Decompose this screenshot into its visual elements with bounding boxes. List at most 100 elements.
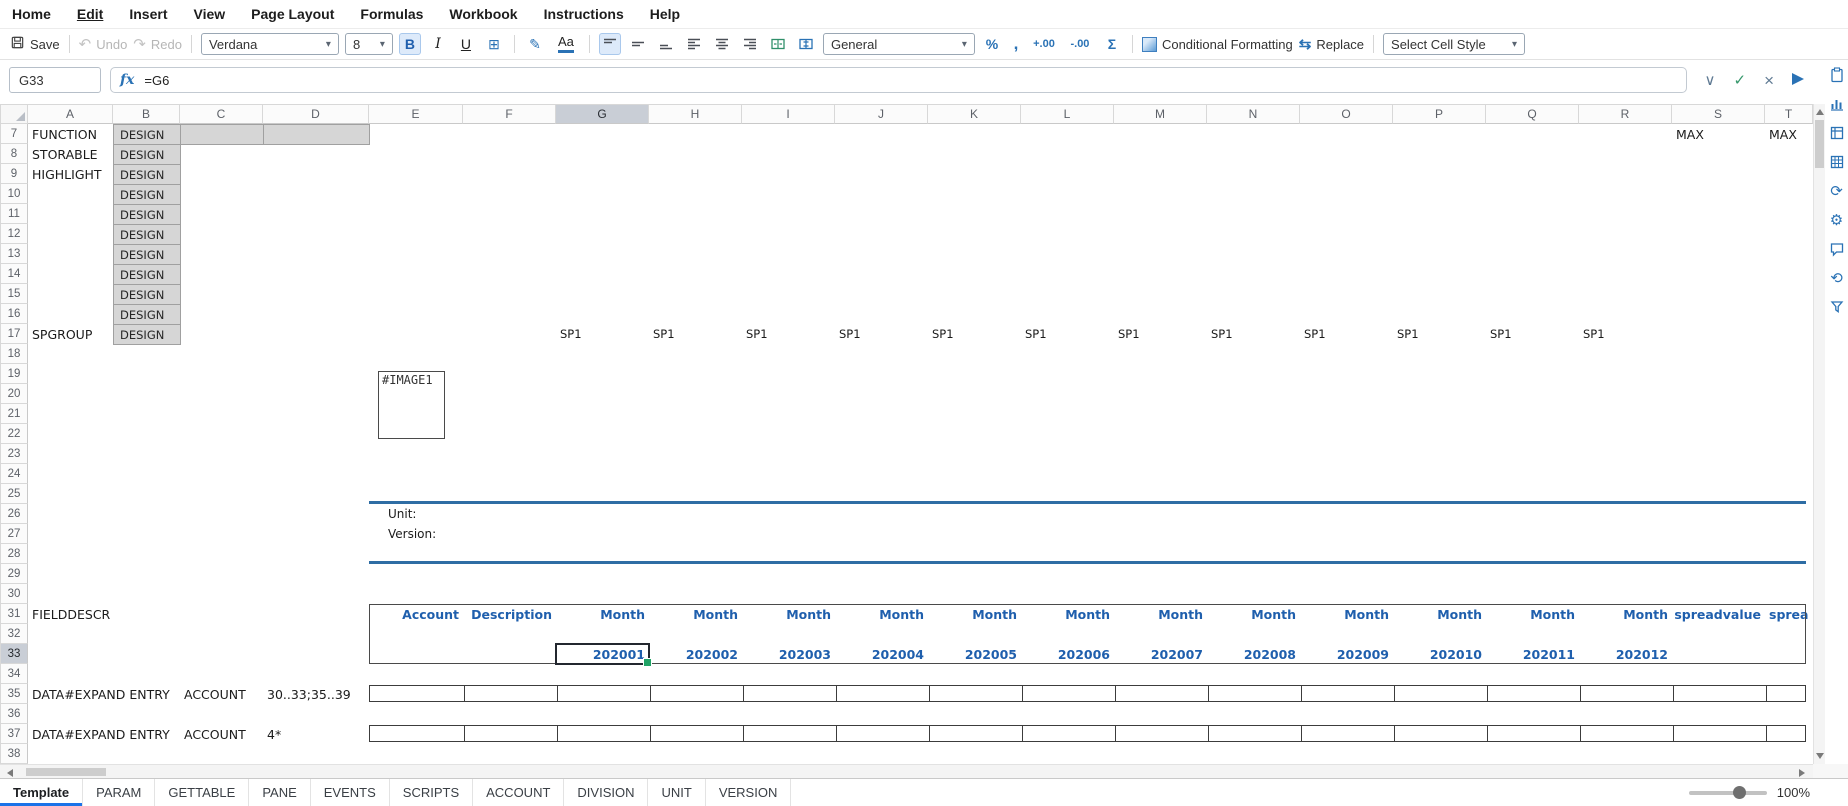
- grid-cell[interactable]: STORABLE: [28, 144, 113, 164]
- row-header-21[interactable]: 21: [0, 404, 28, 424]
- column-header-R[interactable]: R: [1579, 104, 1672, 124]
- row-header-34[interactable]: 34: [0, 664, 28, 684]
- scroll-left-icon[interactable]: [7, 769, 13, 777]
- grid-cell[interactable]: 30..33;35..39: [263, 684, 369, 704]
- grid-cell[interactable]: [263, 124, 370, 145]
- grid-cell[interactable]: Version:: [369, 524, 463, 544]
- vertical-scroll-thumb[interactable]: [1815, 120, 1824, 168]
- row-header-20[interactable]: 20: [0, 384, 28, 404]
- row-header-14[interactable]: 14: [0, 264, 28, 284]
- grid-cell[interactable]: SP1: [1021, 324, 1114, 344]
- column-header-G[interactable]: G: [556, 104, 649, 124]
- row-header-18[interactable]: 18: [0, 344, 28, 364]
- selection-box[interactable]: [555, 643, 652, 667]
- grid-cell[interactable]: SP1: [1207, 324, 1300, 344]
- zoom-slider[interactable]: [1688, 785, 1767, 799]
- grid-cell[interactable]: DESIGN: [113, 264, 181, 285]
- refresh-icon[interactable]: ⟲: [1828, 269, 1846, 287]
- row-header-25[interactable]: 25: [0, 484, 28, 504]
- column-header-C[interactable]: C: [180, 104, 263, 124]
- row-header-16[interactable]: 16: [0, 304, 28, 324]
- row-header-31[interactable]: 31: [0, 604, 28, 624]
- row-header-12[interactable]: 12: [0, 224, 28, 244]
- grid-cell[interactable]: [180, 124, 264, 145]
- fill-handle[interactable]: [643, 658, 652, 667]
- column-header-T[interactable]: T: [1765, 104, 1813, 124]
- sync-icon[interactable]: ⟳: [1828, 182, 1846, 200]
- column-header-O[interactable]: O: [1300, 104, 1393, 124]
- grid-cell[interactable]: SP1: [742, 324, 835, 344]
- row-header-13[interactable]: 13: [0, 244, 28, 264]
- column-header-I[interactable]: I: [742, 104, 835, 124]
- grid-cell[interactable]: DESIGN: [113, 324, 181, 345]
- row-header-26[interactable]: 26: [0, 504, 28, 524]
- grid-cell[interactable]: SP1: [1393, 324, 1486, 344]
- table-icon[interactable]: [1828, 153, 1846, 171]
- grid-cell[interactable]: FIELDDESCR: [28, 604, 113, 624]
- horizontal-scroll-thumb[interactable]: [26, 768, 106, 776]
- grid-cell[interactable]: SP1: [835, 324, 928, 344]
- row-header-8[interactable]: 8: [0, 144, 28, 164]
- chart-icon[interactable]: [1828, 95, 1846, 113]
- column-header-J[interactable]: J: [835, 104, 928, 124]
- column-header-F[interactable]: F: [463, 104, 556, 124]
- grid-cell[interactable]: MAX: [1672, 124, 1765, 144]
- column-header-S[interactable]: S: [1672, 104, 1765, 124]
- row-header-24[interactable]: 24: [0, 464, 28, 484]
- row-header-17[interactable]: 17: [0, 324, 28, 344]
- row-header-38[interactable]: 38: [0, 744, 28, 764]
- sheet-tab-division[interactable]: DIVISION: [564, 779, 649, 806]
- sheet-tab-account[interactable]: ACCOUNT: [473, 779, 565, 806]
- grid-cell[interactable]: SP1: [556, 324, 649, 344]
- grid-cell[interactable]: SP1: [928, 324, 1021, 344]
- column-header-L[interactable]: L: [1021, 104, 1114, 124]
- grid-cell[interactable]: SP1: [1579, 324, 1672, 344]
- grid-cell[interactable]: DESIGN: [113, 144, 181, 165]
- sheet-tab-unit[interactable]: UNIT: [648, 779, 706, 806]
- row-header-10[interactable]: 10: [0, 184, 28, 204]
- scroll-down-icon[interactable]: [1816, 753, 1824, 759]
- grid-cell[interactable]: SP1: [1114, 324, 1207, 344]
- grid-cell[interactable]: DESIGN: [113, 284, 181, 305]
- grid-cell[interactable]: DESIGN: [113, 244, 181, 265]
- pivot-icon[interactable]: [1828, 124, 1846, 142]
- row-header-19[interactable]: 19: [0, 364, 28, 384]
- grid-cell[interactable]: DATA#EXPAND ENTRY: [28, 684, 170, 704]
- filter-icon[interactable]: [1828, 298, 1846, 316]
- grid-cell[interactable]: MAX: [1765, 124, 1813, 144]
- grid-cell[interactable]: SP1: [1486, 324, 1579, 344]
- grid-cell[interactable]: 4*: [263, 724, 369, 744]
- sheet-tab-version[interactable]: VERSION: [706, 779, 792, 806]
- grid-cell[interactable]: DESIGN: [113, 224, 181, 245]
- row-header-35[interactable]: 35: [0, 684, 28, 704]
- grid-cell[interactable]: SP1: [649, 324, 742, 344]
- grid-cell[interactable]: ACCOUNT: [180, 684, 263, 704]
- select-all-corner[interactable]: [0, 104, 28, 124]
- sheet-tab-template[interactable]: Template: [0, 779, 84, 806]
- row-header-27[interactable]: 27: [0, 524, 28, 544]
- column-header-A[interactable]: A: [28, 104, 113, 124]
- zoom-slider-knob[interactable]: [1732, 785, 1746, 799]
- row-header-15[interactable]: 15: [0, 284, 28, 304]
- row-header-29[interactable]: 29: [0, 564, 28, 584]
- row-header-11[interactable]: 11: [0, 204, 28, 224]
- row-header-37[interactable]: 37: [0, 724, 28, 744]
- grid-cell[interactable]: FUNCTION: [28, 124, 113, 144]
- grid-cell[interactable]: SP1: [1300, 324, 1393, 344]
- grid-cell[interactable]: DESIGN: [113, 304, 181, 325]
- sheet-tab-param[interactable]: PARAM: [83, 779, 156, 806]
- column-header-Q[interactable]: Q: [1486, 104, 1579, 124]
- row-header-33[interactable]: 33: [0, 644, 28, 664]
- row-header-32[interactable]: 32: [0, 624, 28, 644]
- grid-cell[interactable]: DESIGN: [113, 164, 181, 185]
- column-header-P[interactable]: P: [1393, 104, 1486, 124]
- vertical-scrollbar[interactable]: [1813, 104, 1825, 764]
- row-header-23[interactable]: 23: [0, 444, 28, 464]
- row-header-36[interactable]: 36: [0, 704, 28, 724]
- row-header-7[interactable]: 7: [0, 124, 28, 144]
- grid-cell[interactable]: DATA#EXPAND ENTRY: [28, 724, 170, 744]
- sheet-tab-events[interactable]: EVENTS: [311, 779, 390, 806]
- clipboard-icon[interactable]: [1828, 66, 1846, 84]
- column-header-D[interactable]: D: [263, 104, 369, 124]
- image-placeholder[interactable]: #IMAGE1: [378, 371, 445, 439]
